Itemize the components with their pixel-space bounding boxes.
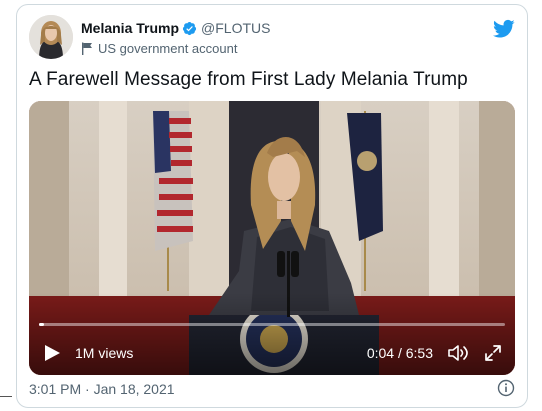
tweet-timestamp[interactable]: 3:01 PM · Jan 18, 2021 <box>29 381 175 397</box>
info-icon[interactable] <box>497 379 515 397</box>
video-player[interactable]: 1M views 0:04 / 6:53 <box>29 101 515 375</box>
view-count: 1M views <box>75 345 134 361</box>
flag-icon <box>82 42 92 55</box>
video-progress-bar[interactable] <box>39 323 505 326</box>
twitter-bird-icon[interactable] <box>493 19 515 39</box>
video-controls: 1M views 0:04 / 6:53 <box>29 331 515 375</box>
volume-icon[interactable] <box>447 343 469 363</box>
author-name-row[interactable]: Melania Trump @FLOTUS <box>81 19 270 37</box>
tweet-card[interactable]: Melania Trump @FLOTUS US government acco… <box>16 4 528 408</box>
fullscreen-icon[interactable] <box>483 343 503 363</box>
play-icon[interactable] <box>43 344 61 362</box>
tweet-text: A Farewell Message from First Lady Melan… <box>29 69 468 90</box>
avatar[interactable] <box>29 15 73 59</box>
verified-badge-icon <box>182 21 197 35</box>
account-label-row: US government account <box>81 40 237 56</box>
video-time: 0:04 / 6:53 <box>366 345 433 361</box>
author-handle[interactable]: @FLOTUS <box>201 20 270 36</box>
tweet-header: Melania Trump @FLOTUS US government acco… <box>29 15 515 61</box>
video-progress-fill <box>39 323 44 326</box>
account-label: US government account <box>98 40 238 56</box>
author-display-name[interactable]: Melania Trump <box>81 20 179 36</box>
tweet-footer: 3:01 PM · Jan 18, 2021 <box>29 379 515 399</box>
left-edge-rule <box>0 396 12 397</box>
